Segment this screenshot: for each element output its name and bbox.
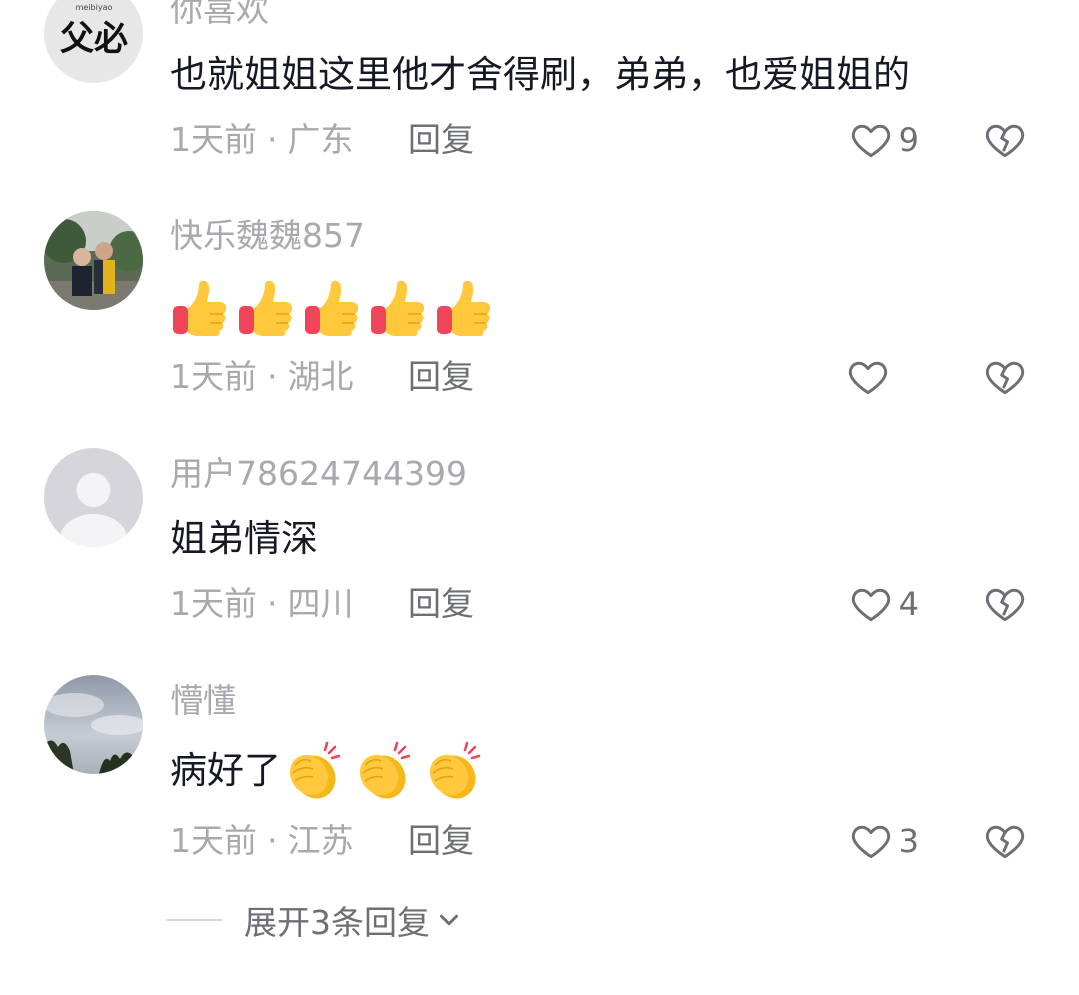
broken-heart-icon[interactable] bbox=[983, 118, 1027, 162]
comment-time: 1天前 bbox=[170, 584, 257, 623]
avatar[interactable] bbox=[44, 448, 143, 547]
comment-item: 用户78624744399 姐弟情深 1天前 · 四川 回复 4 bbox=[0, 445, 1079, 665]
comment-meta: 1天前 · 江苏 bbox=[170, 821, 354, 861]
thumbs-up-icon bbox=[239, 280, 293, 336]
comment-username[interactable]: 懵懂 bbox=[170, 681, 236, 721]
comment-time: 1天前 bbox=[170, 821, 257, 860]
comment-emoji-row bbox=[170, 278, 500, 338]
comment-list: meibiyao 父必 你喜欢 也就姐姐这里他才舍得刷，弟弟，也爱姐姐的 1天前… bbox=[0, 0, 1079, 995]
comment-location: 江苏 bbox=[287, 821, 354, 860]
meta-separator: · bbox=[267, 357, 278, 396]
meta-separator: · bbox=[267, 821, 278, 860]
chevron-down-icon bbox=[440, 914, 458, 926]
thumbs-up-icon bbox=[437, 280, 491, 336]
avatar[interactable] bbox=[44, 675, 143, 774]
meta-separator: · bbox=[267, 584, 278, 623]
comment-text: 病好了 bbox=[170, 749, 281, 792]
reply-button[interactable]: 回复 bbox=[408, 821, 474, 861]
avatar[interactable]: meibiyao 父必 bbox=[44, 0, 143, 83]
expand-replies-label: 展开3条回复 bbox=[244, 903, 430, 942]
like-button[interactable]: 3 bbox=[849, 819, 919, 863]
heart-icon bbox=[851, 825, 890, 859]
clapping-hands-icon bbox=[289, 741, 341, 799]
comment-location: 湖北 bbox=[287, 357, 354, 396]
comment-username[interactable]: 用户78624744399 bbox=[170, 454, 467, 494]
like-count: 3 bbox=[898, 822, 919, 860]
avatar-glyphs: 父必 bbox=[60, 19, 128, 59]
like-button[interactable] bbox=[846, 355, 916, 399]
comment-meta: 1天前 · 湖北 bbox=[170, 357, 354, 397]
default-avatar-icon bbox=[44, 448, 143, 547]
broken-heart-icon[interactable] bbox=[983, 819, 1027, 863]
comment-time: 1天前 bbox=[170, 120, 257, 159]
avatar[interactable] bbox=[44, 211, 143, 310]
heart-icon bbox=[848, 361, 888, 395]
broken-heart-icon[interactable] bbox=[983, 355, 1027, 399]
like-button[interactable]: 4 bbox=[849, 582, 919, 626]
divider-line bbox=[166, 919, 222, 921]
heart-icon bbox=[851, 588, 890, 622]
comment-meta: 1天前 · 四川 bbox=[170, 584, 354, 624]
clapping-hands-icon bbox=[429, 741, 481, 799]
comment-username[interactable]: 你喜欢 bbox=[170, 0, 269, 30]
clapping-hands-icon bbox=[359, 741, 411, 799]
heart-icon bbox=[851, 124, 890, 158]
comment-text: 姐弟情深 bbox=[170, 517, 318, 560]
like-count: 4 bbox=[898, 585, 919, 623]
comment-item: 懵懂 病好了 1天前 · 江苏 回复 3 bbox=[0, 675, 1079, 895]
reply-button[interactable]: 回复 bbox=[408, 584, 474, 624]
comment-location: 广东 bbox=[287, 120, 354, 159]
comment-text-row: 也就姐姐这里他才舍得刷，弟弟，也爱姐姐的 bbox=[170, 50, 910, 100]
comment-location: 四川 bbox=[287, 584, 354, 623]
thumbs-up-icon bbox=[371, 280, 425, 336]
like-count: 9 bbox=[898, 121, 919, 159]
avatar-caption: meibiyao bbox=[76, 3, 113, 12]
comment-username[interactable]: 快乐魏魏857 bbox=[170, 216, 365, 256]
meta-separator: · bbox=[267, 120, 278, 159]
like-button[interactable]: 9 bbox=[849, 118, 919, 162]
comment-item: meibiyao 父必 你喜欢 也就姐姐这里他才舍得刷，弟弟，也爱姐姐的 1天前… bbox=[0, 0, 1079, 190]
broken-heart-icon[interactable] bbox=[983, 582, 1027, 626]
thumbs-up-icon bbox=[305, 280, 359, 336]
comment-time: 1天前 bbox=[170, 357, 257, 396]
comment-text-row: 病好了 bbox=[170, 739, 491, 803]
comment-meta: 1天前 · 广东 bbox=[170, 120, 354, 160]
comment-text: 也就姐姐这里他才舍得刷，弟弟，也爱姐姐的 bbox=[170, 53, 910, 96]
thumbs-up-icon bbox=[173, 280, 227, 336]
comment-item: 快乐魏魏857 1天前 · 湖北 回复 bbox=[0, 210, 1079, 430]
reply-button[interactable]: 回复 bbox=[408, 120, 474, 160]
expand-replies-button[interactable]: 展开3条回复 bbox=[166, 898, 464, 942]
comment-text-row: 姐弟情深 bbox=[170, 514, 318, 564]
reply-button[interactable]: 回复 bbox=[408, 357, 474, 397]
